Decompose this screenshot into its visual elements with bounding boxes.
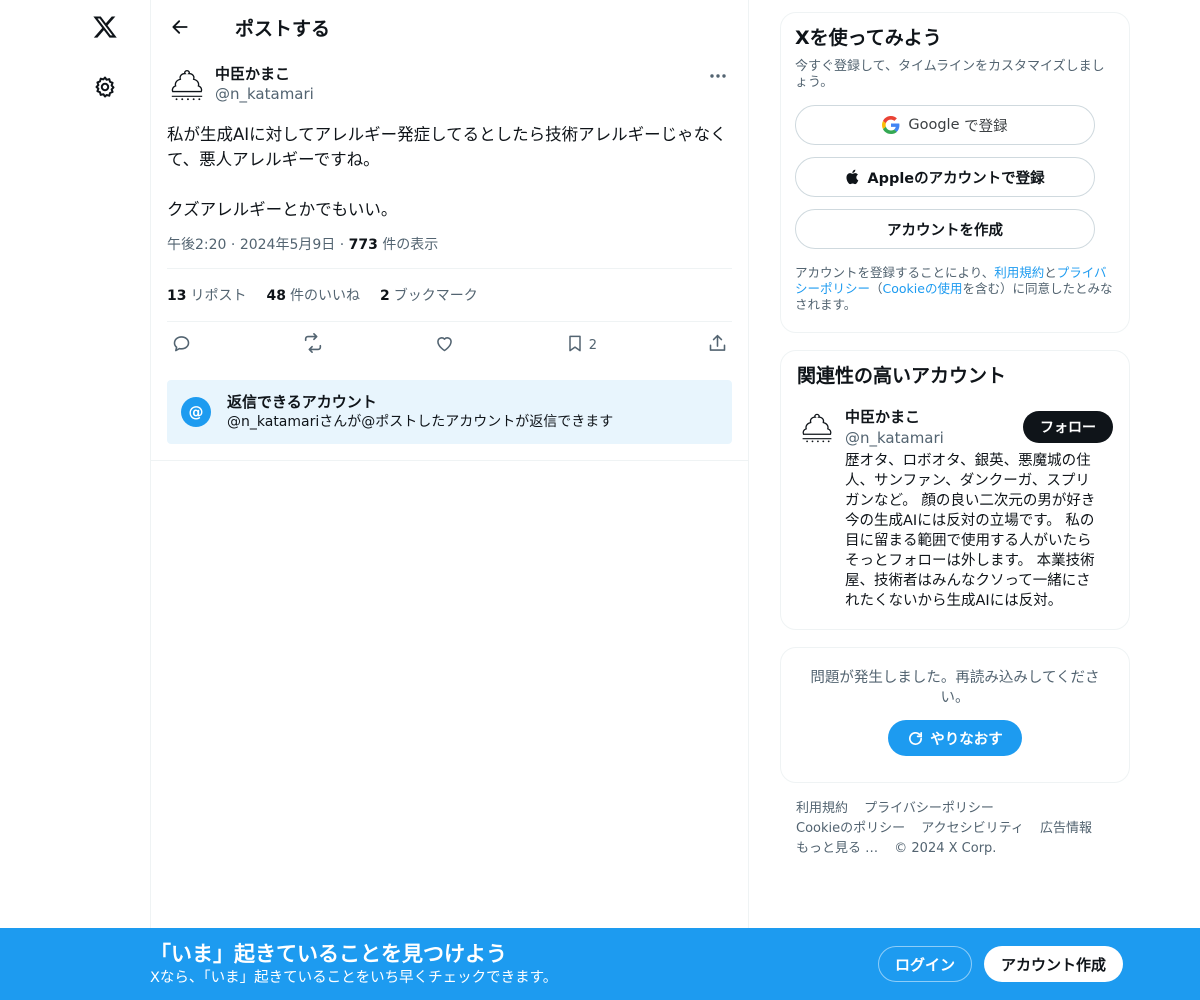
footer-more-link[interactable]: もっと見る …: [796, 841, 878, 856]
signup-banner: 「いま」起きていることを見つけよう Xなら、「いま」起きていることをいち早くチェ…: [0, 928, 1200, 1000]
related-accounts-card: 関連性の高いアカウント 中臣かまこ @n_katamari 歴オタ、ロボオタ、銀…: [780, 350, 1130, 630]
login-button[interactable]: ログイン: [878, 946, 972, 982]
bookmark-icon: [565, 333, 585, 358]
apple-signup-button[interactable]: Appleのアカウントで登録: [795, 157, 1095, 197]
author-display-name[interactable]: 中臣かまこ: [215, 64, 314, 84]
bookmark-count: 2: [588, 337, 598, 353]
footer-link[interactable]: アクセシビリティ: [921, 821, 1024, 836]
terms-text: （: [870, 281, 883, 296]
banner-subtitle: Xなら、「いま」起きていることをいち早くチェックできます。: [150, 970, 558, 986]
google-icon: [882, 116, 900, 134]
google-signup-label: で登録: [959, 118, 1008, 135]
gear-icon[interactable]: [86, 68, 124, 106]
arrow-left-icon[interactable]: [163, 10, 197, 44]
post-time[interactable]: 午後2:20: [167, 237, 226, 253]
create-account-label: アカウントを作成: [887, 222, 1003, 239]
reposts-count: 13: [167, 288, 187, 304]
terms-link[interactable]: 利用規約: [994, 265, 1044, 280]
page-title: ポストする: [235, 17, 331, 40]
left-rail: [0, 0, 150, 1000]
post-actions: 2: [167, 322, 732, 368]
likes-count: 48: [266, 288, 286, 304]
avatar[interactable]: [797, 407, 837, 447]
signup-card: Xを使ってみよう 今すぐ登録して、タイムラインをカスタマイズしましょう。 Goo…: [780, 12, 1130, 333]
retry-label: やりなおす: [930, 731, 1003, 748]
error-card: 問題が発生しました。再読み込みしてください。 やりなおす: [780, 647, 1130, 783]
share-button[interactable]: [707, 333, 728, 358]
likes-stat[interactable]: 48 件のいいね: [266, 285, 359, 305]
reply-restriction-title: 返信できるアカウント: [227, 393, 377, 411]
reply-button[interactable]: [171, 333, 192, 358]
footer-link[interactable]: プライバシーポリシー: [864, 801, 994, 816]
footer-link[interactable]: Cookieのポリシー: [796, 821, 905, 836]
signup-title: Xを使ってみよう: [795, 27, 942, 49]
google-signup-brand: Google: [908, 117, 960, 133]
post-meta: 午後2:20 · 2024年5月9日 · 773 件の表示: [167, 234, 732, 256]
post-detail: 中臣かまこ @n_katamari 私が生成AIに対してアレルギー発症してるとし…: [151, 54, 748, 461]
at-icon: @: [181, 397, 211, 427]
create-account-button[interactable]: アカウントを作成: [795, 209, 1095, 249]
bookmark-button[interactable]: 2: [565, 333, 597, 358]
related-bio: 歴オタ、ロボオタ、銀英、悪魔城の住人、サンファン、ダンクーガ、スプリガンなど。 …: [845, 453, 1096, 609]
footer-link[interactable]: 利用規約: [796, 801, 848, 816]
cookie-use-link[interactable]: Cookieの使用: [883, 281, 963, 296]
views-label: 件の表示: [382, 237, 439, 253]
heart-icon: [434, 333, 455, 358]
reposts-label: リポスト: [190, 288, 247, 304]
meta-separator: ·: [230, 237, 240, 253]
views-count: 773: [348, 237, 378, 253]
related-title: 関連性の高いアカウント: [797, 365, 1007, 387]
post-text: 私が生成AIに対してアレルギー発症してるとしたら技術アレルギーじゃなくて、悪人ア…: [167, 125, 727, 219]
more-horizontal-icon[interactable]: [704, 64, 732, 88]
reply-restriction-notice: @ 返信できるアカウント @n_katamariさんが@ポストしたアカウントが返…: [167, 380, 732, 444]
post-stats: 13 リポスト 48 件のいいね 2 ブックマーク: [167, 269, 732, 321]
google-signup-button[interactable]: Google で登録: [795, 105, 1095, 145]
copyright: © 2024 X Corp.: [894, 841, 997, 856]
author-names: 中臣かまこ @n_katamari: [215, 64, 314, 104]
likes-label: 件のいいね: [289, 288, 360, 304]
signup-subtitle: 今すぐ登録して、タイムラインをカスタマイズしましょう。: [795, 59, 1105, 90]
bookmarks-count: 2: [379, 288, 390, 304]
like-button[interactable]: [434, 333, 455, 358]
meta-separator: ·: [339, 237, 349, 253]
follow-button[interactable]: フォロー: [1023, 411, 1113, 443]
signup-terms: アカウントを登録することにより、利用規約とプライバシーポリシー（Cookieの使…: [795, 265, 1115, 313]
repost-button[interactable]: [302, 332, 324, 358]
main-column: ポストする 中臣かまこ @n_katamari 私が生成AIに対してアレルギー発…: [150, 0, 749, 1000]
reply-restriction-description: @n_katamariさんが@ポストしたアカウントが返信できます: [227, 414, 614, 430]
related-account[interactable]: 中臣かまこ @n_katamari 歴オタ、ロボオタ、銀英、悪魔城の住人、サンフ…: [797, 407, 1113, 613]
footer-link[interactable]: 広告情報: [1040, 821, 1092, 836]
post-date[interactable]: 2024年5月9日: [240, 237, 335, 253]
apple-icon: [845, 168, 861, 186]
error-message: 問題が発生しました。再読み込みしてください。: [810, 670, 1100, 706]
reply-icon: [171, 333, 192, 358]
x-logo-icon[interactable]: [86, 8, 124, 46]
top-bar: ポストする: [151, 0, 748, 54]
refresh-icon: [907, 730, 924, 747]
signup-button[interactable]: アカウント作成: [984, 946, 1123, 982]
footer-links: 利用規約 プライバシーポリシー Cookieのポリシー アクセシビリティ 広告情…: [780, 799, 1130, 859]
bookmarks-stat[interactable]: 2 ブックマーク: [380, 285, 478, 305]
avatar[interactable]: [167, 64, 207, 104]
bookmarks-label: ブックマーク: [393, 288, 478, 304]
post-author: 中臣かまこ @n_katamari: [167, 54, 732, 106]
retry-button[interactable]: やりなおす: [888, 720, 1022, 756]
terms-text: と: [1044, 265, 1057, 280]
reposts-stat[interactable]: 13 リポスト: [167, 285, 246, 305]
terms-text: アカウントを登録することにより、: [795, 265, 995, 280]
repost-icon: [302, 332, 324, 358]
author-handle[interactable]: @n_katamari: [215, 84, 314, 104]
share-icon: [707, 333, 728, 358]
banner-title: 「いま」起きていることを見つけよう: [150, 942, 507, 966]
apple-signup-label: Appleのアカウントで登録: [867, 170, 1045, 187]
right-sidebar: Xを使ってみよう 今すぐ登録して、タイムラインをカスタマイズしましょう。 Goo…: [780, 0, 1130, 859]
